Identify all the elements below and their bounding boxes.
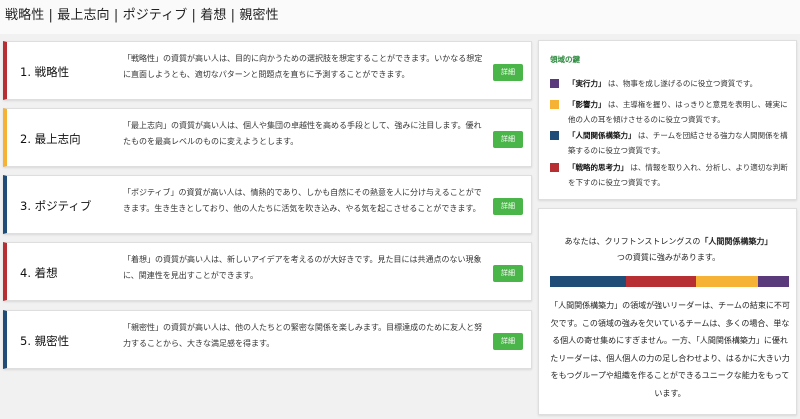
domain-summary-panel: あなたは、クリフトンストレングスの「人間関係構築力」 つの資質に強みがあります。… (538, 208, 797, 415)
summary-suffix: つの資質に強みがあります。 (616, 253, 721, 262)
domain-strength-bar (550, 276, 789, 287)
summary-headline: あなたは、クリフトンストレングスの「人間関係構築力」 つの資質に強みがあります。 (545, 234, 792, 266)
theme-description: 「着想」の資質が高い人は、新しいアイデアを考えるのが大好きです。見た目には共通点… (123, 255, 482, 280)
strength-bar-segment (757, 276, 789, 287)
theme-title: 5. 親密性 (20, 334, 70, 348)
legend-swatch (550, 79, 559, 88)
theme-title: 2. 最上志向 (20, 132, 81, 146)
detail-button[interactable]: 詳細 (493, 64, 523, 81)
theme-title: 4. 着想 (20, 266, 58, 280)
theme-card-4: 4. 着想 「着想」の資質が高い人は、新しいアイデアを考えるのが大好きです。見た… (3, 242, 532, 301)
legend-domain-name: 「人間関係構築力」 (568, 131, 636, 140)
strength-bar-segment (550, 276, 627, 287)
legend-swatch (550, 100, 559, 109)
strength-bar-segment (626, 276, 696, 287)
detail-button[interactable]: 詳細 (493, 265, 523, 282)
legend-swatch (550, 163, 559, 172)
legend-domain-name: 「戦略的思考力」 (568, 163, 628, 172)
theme-description: 「親密性」の資質が高い人は、他の人たちとの緊密な関係を楽しみます。目標達成のため… (123, 323, 483, 348)
theme-card-3: 3. ポジティブ 「ポジティブ」の資質が高い人は、情熱的であり、しかも自然にその… (3, 175, 532, 234)
domain-legend-panel: 領域の鍵 「実行力」 は、物事を成し遂げるのに役立つ資質です。 「影響力」 は、… (538, 40, 797, 200)
summary-domain: 「人間関係構築力」 (700, 237, 773, 246)
theme-description: 「最上志向」の資質が高い人は、個人や集団の卓越性を高める手段として、強みに注目し… (123, 121, 482, 146)
theme-card-2: 2. 最上志向 「最上志向」の資質が高い人は、個人や集団の卓越性を高める手段とし… (3, 108, 532, 167)
detail-button[interactable]: 詳細 (493, 198, 523, 215)
detail-button[interactable]: 詳細 (493, 333, 523, 350)
theme-card-5: 5. 親密性 「親密性」の資質が高い人は、他の人たちとの緊密な関係を楽しみます。… (3, 310, 532, 369)
strength-bar-segment (695, 276, 758, 287)
page-header: 戦略性 | 最上志向 | ポジティブ | 着想 | 親密性 (0, 0, 800, 34)
summary-body: 「人間関係構築力」の領域が強いリーダーは、チームの結束に不可欠です。この領域の強… (550, 301, 790, 398)
theme-card-1: 1. 戦略性 「戦略性」の資質が高い人は、目的に向かうための選択肢を想定すること… (3, 41, 532, 100)
legend-title: 領域の鍵 (550, 55, 580, 64)
legend-domain-name: 「影響力」 (568, 100, 606, 109)
detail-button[interactable]: 詳細 (493, 131, 523, 148)
theme-description: 「戦略性」の資質が高い人は、目的に向かうための選択肢を想定することができます。い… (123, 54, 483, 79)
theme-title: 3. ポジティブ (20, 199, 92, 213)
legend-swatch (550, 131, 559, 140)
page-title: 戦略性 | 最上志向 | ポジティブ | 着想 | 親密性 (5, 8, 279, 23)
theme-description: 「ポジティブ」の資質が高い人は、情熱的であり、しかも自然にその熱意を人に分け与え… (123, 188, 482, 213)
theme-title: 1. 戦略性 (20, 65, 70, 79)
legend-domain-text: は、物事を成し遂げるのに役立つ資質です。 (605, 79, 758, 88)
summary-prefix: あなたは、クリフトンストレングスの (564, 237, 701, 246)
legend-domain-name: 「実行力」 (568, 79, 606, 88)
